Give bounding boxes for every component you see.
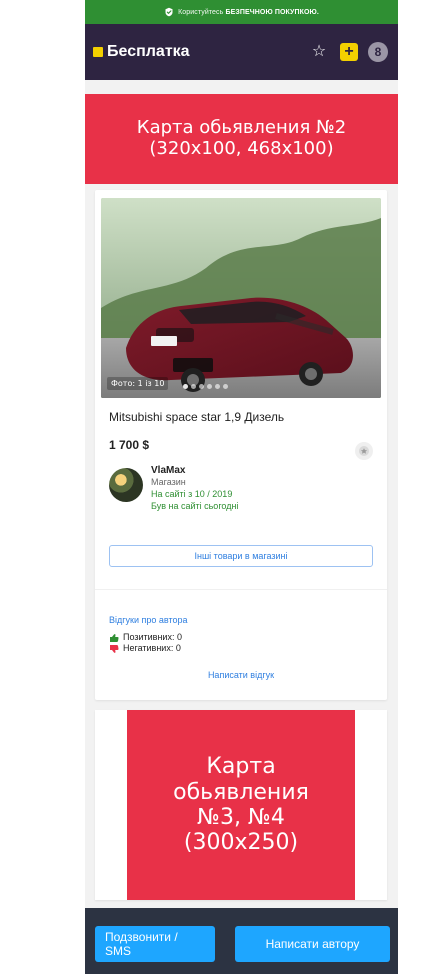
safe-purchase-prefix: Користуйтесь [178, 8, 224, 16]
brand-name: Бесплатка [107, 43, 190, 60]
photo-dot[interactable] [191, 384, 196, 389]
write-author-button[interactable]: Написати автору [235, 926, 390, 962]
positive-reviews: Позитивних: 0 [123, 632, 182, 642]
site-header: Бесплатка ☆ + 8 [85, 24, 398, 80]
ad-slot-3-4[interactable]: Карта обьявления №3, №4 (300x250) [127, 710, 355, 900]
brand-logo[interactable]: Бесплатка [93, 43, 190, 61]
shield-icon [164, 7, 174, 17]
photo-pagination [183, 384, 228, 389]
photo-dot[interactable] [223, 384, 228, 389]
seller-block: VlaMax Магазин На сайті з 10 / 2019 Був … [109, 465, 379, 512]
ad-slot-2[interactable]: Карта обьявления №2 (320x100, 468x100) [85, 94, 398, 184]
seller-avatar[interactable] [109, 468, 143, 502]
section-divider [95, 589, 387, 590]
thumb-down-icon [109, 644, 119, 654]
header-actions: ☆ + 8 [308, 41, 388, 63]
bottom-actions-bar: Подзвонити / SMS Написати автору [85, 908, 398, 974]
photo-dot[interactable] [215, 384, 220, 389]
seller-type: Магазин [151, 477, 186, 487]
car-photo-illustration [101, 198, 381, 398]
call-sms-button[interactable]: Подзвонити / SMS [95, 926, 215, 962]
safe-purchase-banner: Користуйтесь БЕЗПЕЧНОЮ ПОКУПКОЮ. [85, 0, 398, 24]
listing-card: Фото: 1 із 10 Mitsubishi space star 1,9 … [95, 190, 387, 700]
negative-reviews: Негативних: 0 [123, 643, 181, 654]
photo-dot[interactable] [183, 384, 188, 389]
user-icon[interactable]: 8 [368, 42, 388, 62]
brand-mark-icon [93, 47, 103, 57]
author-reviews-link[interactable]: Відгуки про автора [109, 615, 188, 625]
safe-purchase-text: Користуйтесь БЕЗПЕЧНОЮ ПОКУПКОЮ. [178, 9, 319, 16]
listing-title[interactable]: Mitsubishi space star 1,9 Дизель [109, 410, 379, 424]
seller-last-seen: Був на сайті сьогодні [151, 500, 239, 511]
left-gutter [0, 0, 85, 974]
plus-icon[interactable]: + [340, 43, 358, 61]
star-icon[interactable]: ☆ [308, 41, 330, 63]
seller-since: На сайті з 10 / 2019 [151, 488, 233, 499]
seller-meta: VlaMax Магазин На сайті з 10 / 2019 Був … [151, 465, 238, 512]
positive-reviews-row: Позитивних: 0 [109, 632, 182, 643]
safe-purchase-bold: БЕЗПЕЧНОЮ ПОКУПКОЮ. [225, 8, 319, 16]
seller-name[interactable]: VlaMax [151, 465, 238, 476]
other-items-button[interactable]: Інші товари в магазині [109, 545, 373, 567]
mobile-page: Користуйтесь БЕЗПЕЧНОЮ ПОКУПКОЮ. Бесплат… [85, 0, 398, 974]
photo-dot[interactable] [207, 384, 212, 389]
negative-reviews-row: Негативних: 0 [109, 643, 182, 654]
listing-photo[interactable]: Фото: 1 із 10 [101, 198, 381, 398]
photo-dot[interactable] [199, 384, 204, 389]
write-review-link[interactable]: Написати відгук [95, 670, 387, 680]
thumb-up-icon [109, 633, 119, 643]
listing-price: 1 700 $ [109, 438, 150, 452]
favorite-icon[interactable] [355, 442, 373, 460]
review-stats: Позитивних: 0 Негативних: 0 [109, 632, 182, 655]
photo-counter: Фото: 1 із 10 [107, 377, 169, 390]
